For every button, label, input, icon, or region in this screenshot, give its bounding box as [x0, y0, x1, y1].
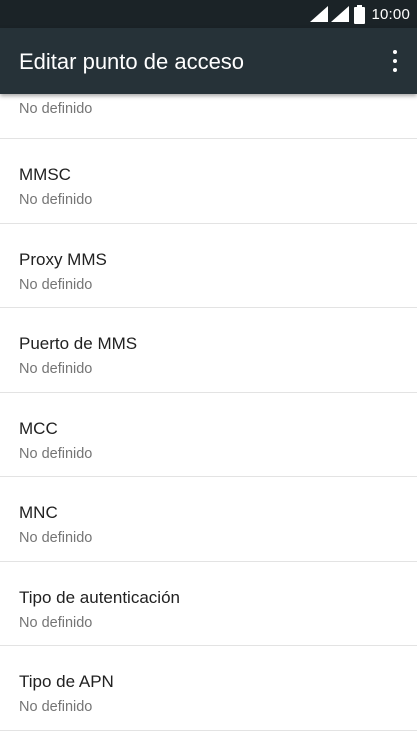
settings-list: No definido MMSC No definido Proxy MMS N…	[0, 94, 417, 742]
list-item-summary: No definido	[19, 101, 93, 117]
list-item-mmsc[interactable]: MMSC No definido	[0, 139, 417, 224]
page-title: Editar punto de acceso	[19, 49, 245, 74]
status-icons: 10:00	[310, 0, 410, 28]
list-item-title: MMSC	[19, 165, 71, 184]
list-item-summary: No definido	[19, 614, 93, 631]
list-item-summary: No definido	[19, 530, 93, 546]
list-item-mms-port[interactable]: Puerto de MMS No definido	[0, 308, 417, 393]
list-item-title: MCC	[19, 418, 58, 438]
battery-icon	[354, 4, 366, 24]
overflow-dot	[393, 50, 397, 54]
list-item-title: Puerto de MMS	[19, 334, 138, 353]
list-item-summary: No definido	[19, 361, 93, 377]
signal-icon	[310, 6, 329, 22]
list-item-apn-type[interactable]: Tipo de APN No definido	[0, 646, 417, 731]
list-item-title: MNC	[19, 503, 58, 522]
overflow-menu-icon[interactable]	[387, 49, 403, 73]
list-item-summary: No definido	[19, 699, 93, 715]
list-item-summary: No definido	[19, 192, 93, 208]
list-item-title: Tipo de autenticación	[19, 587, 180, 607]
status-bar: 10:00	[0, 0, 417, 28]
list-item-title: Proxy MMS	[19, 249, 107, 269]
overflow-dot	[393, 59, 397, 63]
list-item-title: Tipo de APN	[19, 672, 114, 691]
list-item-mcc[interactable]: MCC No definido	[0, 393, 417, 477]
list-item-summary: No definido	[19, 276, 93, 293]
app-bar: Editar punto de acceso	[0, 28, 417, 94]
list-item-mnc[interactable]: MNC No definido	[0, 477, 417, 562]
signal-icon	[331, 6, 350, 22]
status-time: 10:00	[371, 5, 410, 23]
list-item-auth-type[interactable]: Tipo de autenticación No definido	[0, 562, 417, 646]
list-item-summary: No definido	[19, 445, 93, 462]
list-item-proxy-mms[interactable]: Proxy MMS No definido	[0, 224, 417, 308]
list-item-partial[interactable]: No definido	[0, 94, 417, 139]
overflow-dot	[393, 68, 397, 72]
